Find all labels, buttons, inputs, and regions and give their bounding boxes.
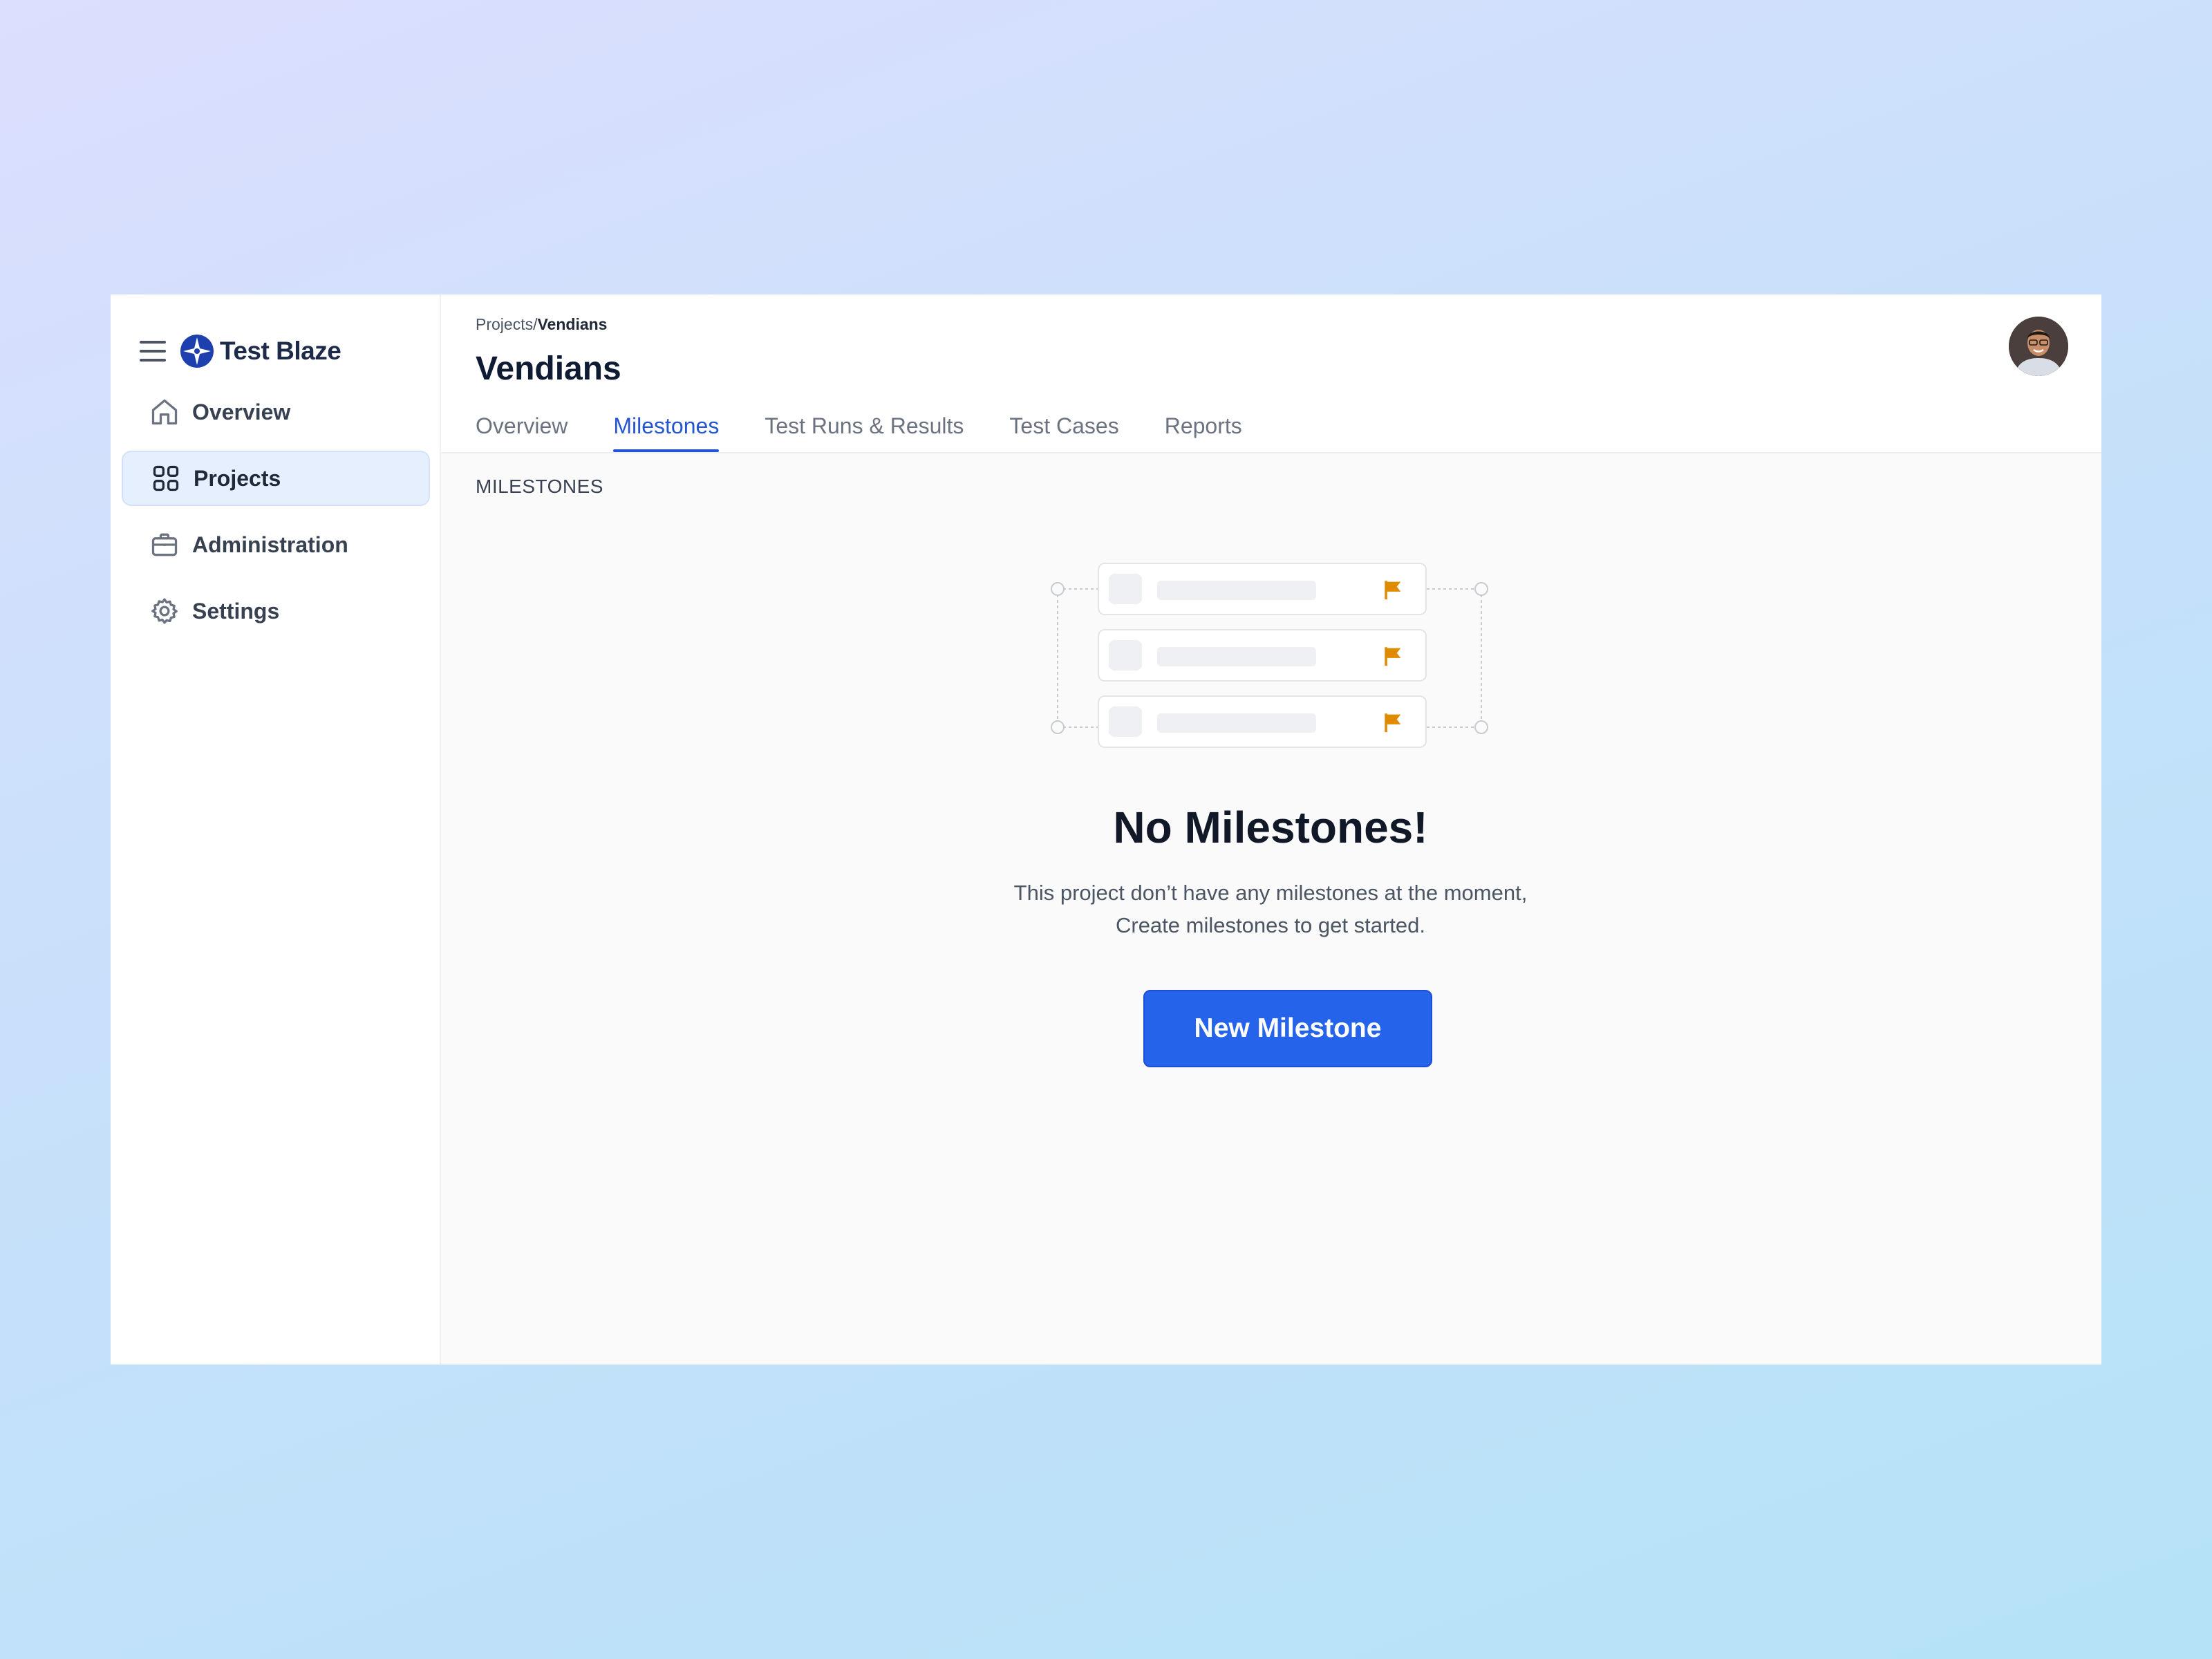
flag-icon — [1385, 647, 1401, 666]
sidebar-item-label: Settings — [192, 598, 280, 624]
empty-state-description: This project don’t have any milestones a… — [441, 877, 2100, 941]
sidebar: Test Blaze Overview Projects Administrat… — [111, 294, 441, 1365]
empty-state-illustration — [1049, 557, 1492, 758]
sidebar-nav: Overview Projects Administration Setting… — [122, 384, 430, 650]
sidebar-item-label: Administration — [192, 532, 348, 557]
page-title: Vendians — [476, 350, 621, 387]
placeholder-card — [1098, 629, 1427, 682]
sidebar-item-settings[interactable]: Settings — [122, 583, 430, 639]
test-blaze-logo-icon — [180, 335, 214, 368]
brand-name: Test Blaze — [220, 337, 341, 365]
page-header: Projects/Vendians Vendians Overview Mile… — [441, 294, 2101, 453]
user-avatar-icon — [2009, 317, 2068, 376]
hamburger-menu-icon[interactable] — [140, 341, 166, 362]
tab-test-cases[interactable]: Test Cases — [1009, 412, 1118, 452]
flag-icon — [1385, 713, 1401, 733]
empty-state-description-line: This project don’t have any milestones a… — [1013, 881, 1528, 905]
empty-state-title: No Milestones! — [1113, 803, 1428, 852]
placeholder-card — [1098, 695, 1427, 748]
briefcase-icon — [151, 533, 178, 556]
home-icon — [151, 399, 178, 425]
gear-icon — [151, 598, 178, 624]
tab-milestones[interactable]: Milestones — [613, 412, 719, 452]
empty-state-description-line: Create milestones to get started. — [1115, 913, 1425, 937]
brand: Test Blaze — [140, 325, 341, 377]
breadcrumb-current: Vendians — [537, 315, 608, 333]
main-content: Projects/Vendians Vendians Overview Mile… — [441, 294, 2101, 1365]
avatar[interactable] — [2009, 317, 2068, 376]
sidebar-item-projects[interactable]: Projects — [122, 451, 430, 506]
tab-test-runs-results[interactable]: Test Runs & Results — [765, 412, 964, 452]
grid-icon — [153, 465, 179, 491]
sidebar-item-overview[interactable]: Overview — [122, 384, 430, 440]
breadcrumb-parent-link[interactable]: Projects — [476, 315, 533, 333]
app-window: Test Blaze Overview Projects Administrat… — [111, 294, 2101, 1365]
placeholder-card — [1098, 563, 1427, 615]
flag-icon — [1385, 581, 1401, 600]
sidebar-item-label: Overview — [192, 399, 291, 424]
section-label: MILESTONES — [476, 476, 603, 497]
new-milestone-button[interactable]: New Milestone — [1143, 990, 1432, 1067]
sidebar-item-label: Projects — [194, 465, 281, 491]
tab-overview[interactable]: Overview — [476, 412, 568, 452]
sidebar-item-administration[interactable]: Administration — [122, 517, 430, 572]
project-tabs: Overview Milestones Test Runs & Results … — [476, 412, 1288, 452]
breadcrumb: Projects/Vendians — [476, 315, 607, 334]
tab-reports[interactable]: Reports — [1165, 412, 1242, 452]
